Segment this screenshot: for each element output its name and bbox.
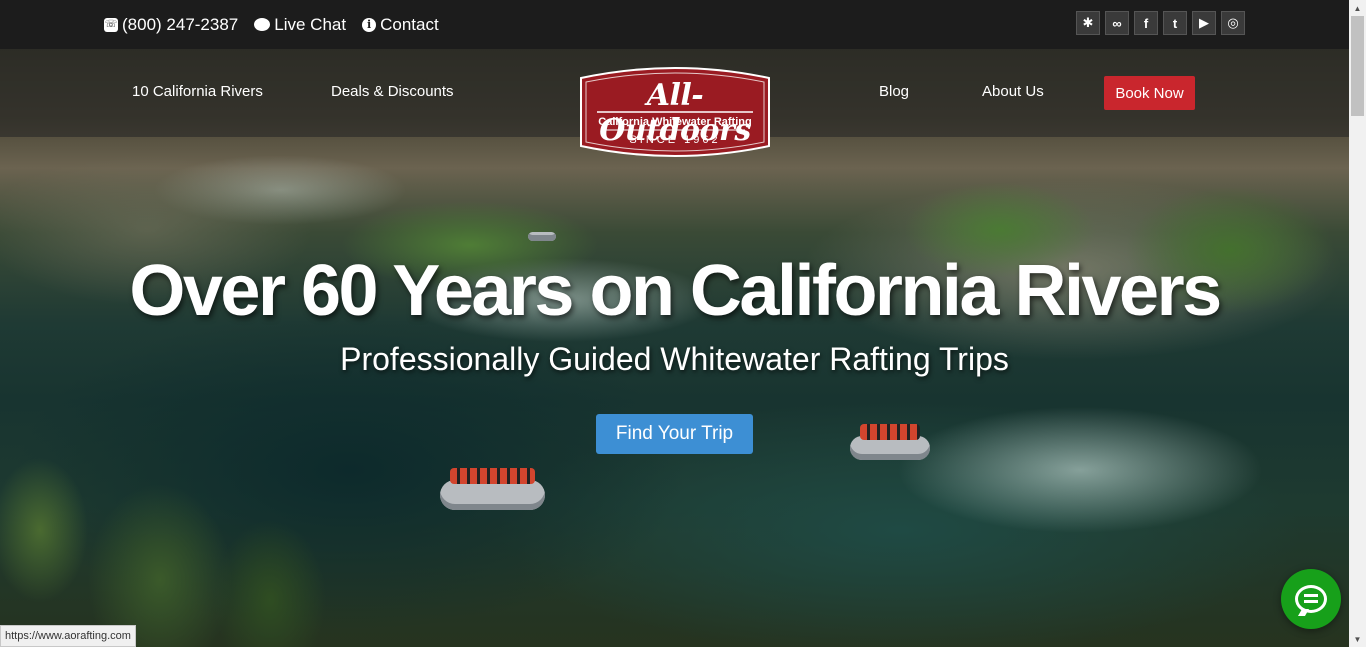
phone-link[interactable]: ☏ (800) 247-2387: [104, 15, 238, 35]
logo-since: SINCE 1962: [629, 134, 721, 146]
live-chat-widget[interactable]: [1281, 569, 1341, 629]
twitter-icon[interactable]: t: [1163, 11, 1187, 35]
find-your-trip-button[interactable]: Find Your Trip: [596, 414, 753, 454]
top-bar: ☏ (800) 247-2387 Live Chat i Contact ✱ ∞…: [0, 0, 1349, 49]
live-chat-link[interactable]: Live Chat: [254, 15, 346, 35]
chat-icon: [254, 18, 271, 31]
scroll-down-arrow[interactable]: ▼: [1349, 631, 1366, 647]
logo-tagline: California Whitewater Rafting: [598, 116, 752, 128]
site-logo[interactable]: All-Outdoors California Whitewater Rafti…: [575, 64, 775, 160]
youtube-icon[interactable]: ▶: [1192, 11, 1216, 35]
scroll-up-arrow[interactable]: ▲: [1349, 0, 1366, 16]
nav-item-rivers[interactable]: 10 California Rivers: [132, 83, 263, 100]
yelp-icon[interactable]: ✱: [1076, 11, 1100, 35]
nav-item-about[interactable]: About Us: [982, 83, 1044, 100]
scrollbar-thumb[interactable]: [1351, 16, 1364, 116]
chat-bubble-icon: [1295, 585, 1327, 613]
raft-far: [528, 232, 556, 241]
nav-item-deals[interactable]: Deals & Discounts: [331, 83, 454, 100]
phone-number: (800) 247-2387: [122, 14, 239, 34]
social-links: ✱ ∞ f t ▶ ◎: [1076, 11, 1245, 35]
tripadvisor-icon[interactable]: ∞: [1105, 11, 1129, 35]
raft-right: [850, 424, 930, 460]
contact-label: Contact: [380, 14, 439, 34]
status-bar-url: https://www.aorafting.com: [0, 625, 136, 647]
contact-links: ☏ (800) 247-2387 Live Chat i Contact: [104, 0, 439, 49]
hero-headline: Over 60 Years on California Rivers: [129, 251, 1222, 331]
instagram-icon[interactable]: ◎: [1221, 11, 1245, 35]
contact-link[interactable]: i Contact: [362, 15, 439, 35]
phone-icon: ☏: [104, 17, 118, 32]
live-chat-label: Live Chat: [274, 14, 347, 34]
facebook-icon[interactable]: f: [1134, 11, 1158, 35]
pine-trees: [0, 430, 360, 647]
info-icon: i: [362, 17, 377, 32]
book-now-button[interactable]: Book Now: [1104, 76, 1195, 110]
hero-subheadline: Professionally Guided Whitewater Rafting…: [340, 341, 1009, 377]
raft-left: [440, 468, 545, 510]
nav-item-blog[interactable]: Blog: [879, 83, 909, 100]
